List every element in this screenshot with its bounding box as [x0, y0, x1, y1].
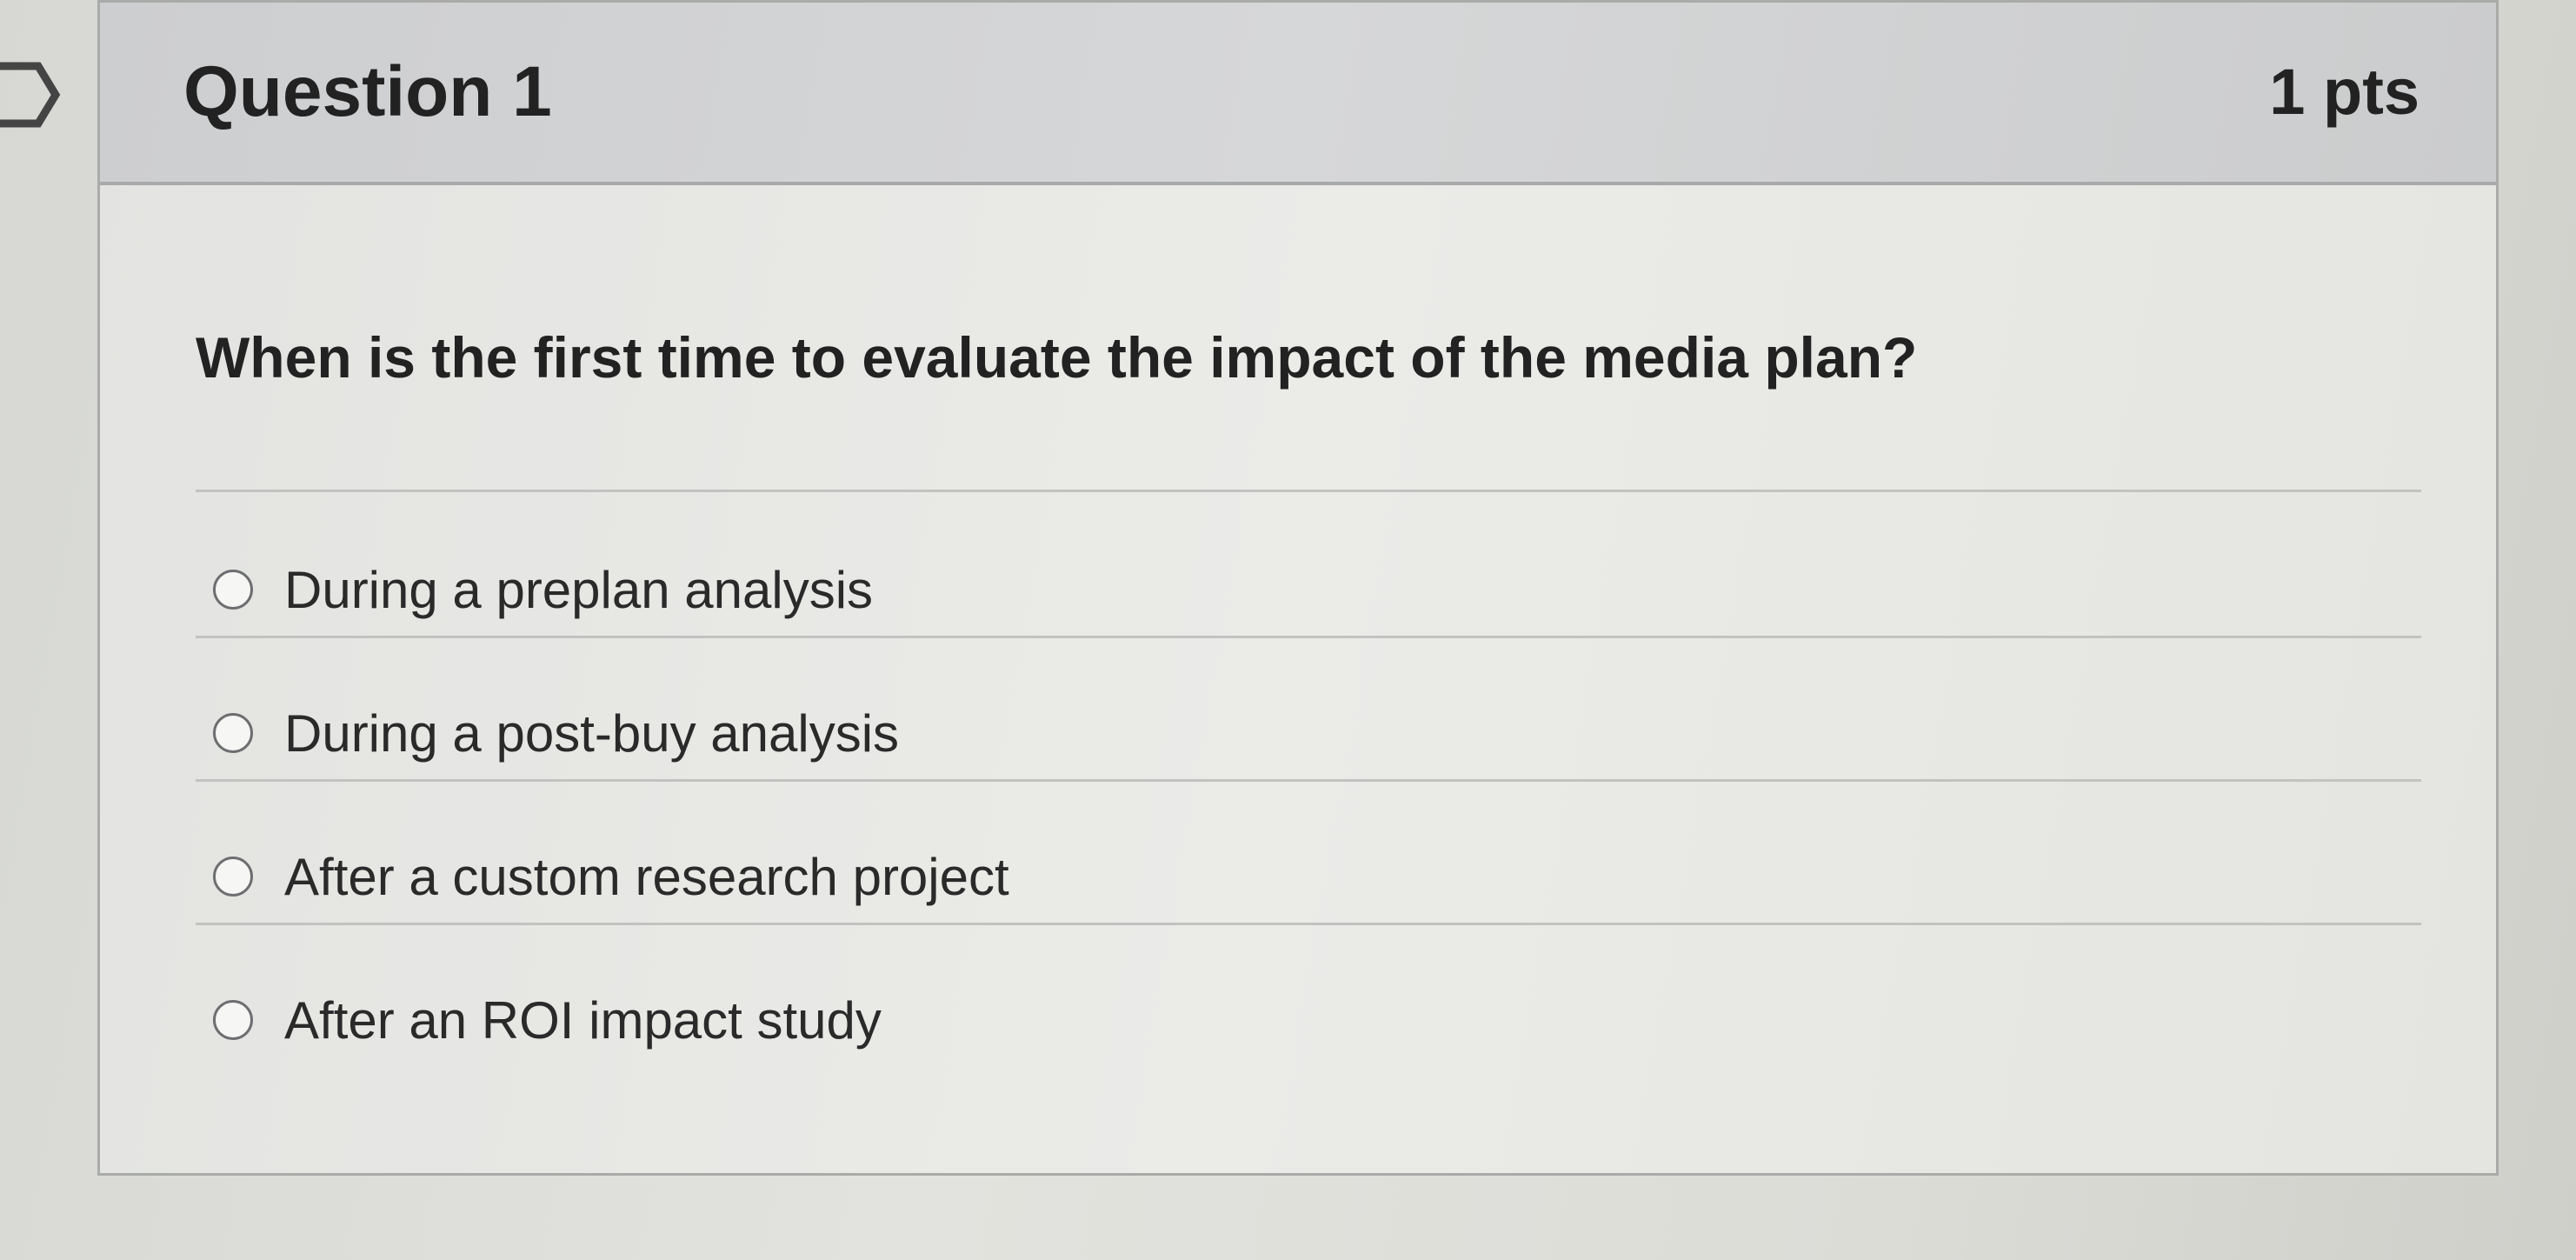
radio-button-icon[interactable] — [213, 713, 253, 753]
radio-button-icon[interactable] — [213, 570, 253, 610]
question-text: When is the first time to evaluate the i… — [196, 325, 1918, 390]
answer-option-3[interactable]: After a custom research project — [213, 833, 2404, 920]
answer-label[interactable]: After a custom research project — [284, 847, 1009, 907]
answer-label[interactable]: During a preplan analysis — [284, 560, 873, 620]
answer-option-4[interactable]: After an ROI impact study — [213, 977, 2404, 1063]
answer-divider — [196, 923, 2421, 925]
question-header: Question 1 1 pts — [100, 3, 2496, 185]
answer-label[interactable]: After an ROI impact study — [284, 990, 882, 1050]
answer-label[interactable]: During a post-buy analysis — [284, 703, 899, 763]
question-card: Question 1 1 pts When is the first time … — [97, 0, 2499, 1176]
radio-button-icon[interactable] — [213, 857, 253, 897]
answer-divider — [196, 636, 2421, 638]
question-title: Question 1 — [183, 52, 552, 131]
question-divider — [196, 490, 2421, 492]
answer-divider — [196, 779, 2421, 782]
answer-option-2[interactable]: During a post-buy analysis — [213, 690, 2404, 777]
answer-option-1[interactable]: During a preplan analysis — [213, 546, 2404, 633]
flag-question-icon[interactable] — [0, 57, 61, 132]
radio-button-icon[interactable] — [213, 1000, 253, 1040]
question-points: 1 pts — [2269, 56, 2420, 128]
